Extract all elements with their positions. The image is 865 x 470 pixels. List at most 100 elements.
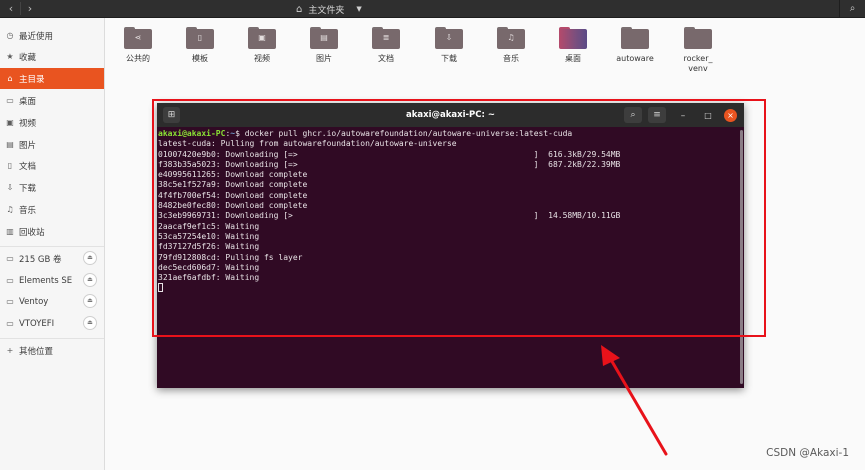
template-icon: ▯ xyxy=(197,33,203,42)
folder-icon xyxy=(621,27,649,49)
chevron-down-icon[interactable]: ▼ xyxy=(356,5,361,13)
sidebar-item-label: VTOYEFI xyxy=(19,318,55,329)
sidebar-item-home[interactable]: ⌂ 主目录 xyxy=(0,68,104,89)
music-icon: ♫ xyxy=(507,33,515,42)
sidebar-item-label: 215 GB 卷 xyxy=(19,254,62,265)
folder-label: 视频 xyxy=(254,54,270,63)
sidebar-item-label: 下载 xyxy=(19,183,37,194)
sidebar-item-pictures[interactable]: ▤ 图片 xyxy=(0,134,104,155)
folder-label-line: venv xyxy=(688,64,708,73)
folder-icon xyxy=(684,27,712,49)
sidebar-item-trash[interactable]: ▥ 回收站 xyxy=(0,221,104,242)
drive-icon: ▭ xyxy=(6,276,14,285)
video-icon: ▣ xyxy=(258,33,266,42)
sidebar-item-label: 图片 xyxy=(19,140,37,151)
folder-label: 模板 xyxy=(192,54,208,63)
folder-icon: ▣ xyxy=(248,27,276,49)
sidebar: ◷ 最近使用 ★ 收藏 ⌂ 主目录 ▭ 桌面 ▣ 视频 ▤ 图片 ▯ 文档 ⇩ xyxy=(0,18,105,470)
watermark: CSDN @Akaxi-1 xyxy=(766,447,849,459)
folder-icon: ⋖ xyxy=(124,27,152,49)
sidebar-item-label: 其他位置 xyxy=(19,346,54,357)
sidebar-item-label: 文档 xyxy=(19,161,37,172)
desktop-icon xyxy=(559,27,587,49)
sidebar-item-recent[interactable]: ◷ 最近使用 xyxy=(0,25,104,46)
trash-icon: ▥ xyxy=(6,227,14,236)
folder-public[interactable]: ⋖ 公共的 xyxy=(114,27,162,81)
eject-icon[interactable]: ⏏ xyxy=(83,251,97,265)
desktop-icon: ▭ xyxy=(6,96,14,105)
path-label: 主文件夹 xyxy=(308,5,345,16)
folder-label: 文档 xyxy=(378,54,394,63)
sidebar-item-videos[interactable]: ▣ 视频 xyxy=(0,112,104,133)
sidebar-item-label: Ventoy xyxy=(19,296,49,307)
folder-label-line: rocker_ xyxy=(683,54,713,63)
folder-rocker-venv[interactable]: rocker_ venv xyxy=(674,27,722,81)
drive-icon: ▭ xyxy=(6,254,14,263)
folder-icon: ▯ xyxy=(186,27,214,49)
sidebar-item-documents[interactable]: ▯ 文档 xyxy=(0,155,104,176)
eject-icon[interactable]: ⏏ xyxy=(83,294,97,308)
nav-separator xyxy=(20,2,21,15)
sidebar-item-label: 桌面 xyxy=(19,96,37,107)
home-icon: ⌂ xyxy=(7,74,13,83)
folder-icon: ⇩ xyxy=(435,27,463,49)
folder-music[interactable]: ♫ 音乐 xyxy=(487,27,535,81)
folder-autoware[interactable]: autoware xyxy=(611,27,659,81)
sidebar-item-label: 主目录 xyxy=(19,74,45,85)
sidebar-item-label: 收藏 xyxy=(19,52,37,63)
sidebar-item-ventoy[interactable]: ▭ Ventoy ⏏ xyxy=(0,291,104,312)
path-bar[interactable]: ⌂ 主文件夹 ▼ xyxy=(296,1,362,17)
folder-icon: ♫ xyxy=(497,27,525,49)
folder-templates[interactable]: ▯ 模板 xyxy=(176,27,224,81)
sidebar-item-starred[interactable]: ★ 收藏 xyxy=(0,46,104,67)
music-icon: ♫ xyxy=(6,205,14,214)
folder-desktop[interactable]: 桌面 xyxy=(549,27,597,81)
sidebar-item-label: 最近使用 xyxy=(19,31,54,42)
folder-label: 桌面 xyxy=(565,54,581,63)
video-icon: ▣ xyxy=(6,118,14,127)
forward-button[interactable]: › xyxy=(22,1,38,16)
chevron-right-icon: › xyxy=(27,2,33,15)
sidebar-item-elements-se[interactable]: ▭ Elements SE ⏏ xyxy=(0,270,104,291)
sidebar-item-label: 音乐 xyxy=(19,205,37,216)
sidebar-item-vtoyefi[interactable]: ▭ VTOYEFI ⏏ xyxy=(0,313,104,334)
annotation-arrow xyxy=(601,345,668,456)
eject-icon[interactable]: ⏏ xyxy=(83,273,97,287)
home-icon: ⌂ xyxy=(296,3,303,15)
plus-icon: + xyxy=(6,346,14,355)
sidebar-item-label: 回收站 xyxy=(19,227,45,238)
image-icon: ▤ xyxy=(6,140,14,149)
folder-label: 图片 xyxy=(316,54,332,63)
sidebar-divider xyxy=(0,338,104,339)
download-icon: ⇩ xyxy=(445,33,453,42)
sidebar-item-desktop[interactable]: ▭ 桌面 xyxy=(0,90,104,111)
sidebar-item-other-locations[interactable]: + 其他位置 xyxy=(0,340,104,361)
document-icon: ▯ xyxy=(7,161,13,170)
folder-icon: ≣ xyxy=(372,27,400,49)
star-icon: ★ xyxy=(6,52,14,61)
document-icon: ≣ xyxy=(382,33,390,42)
download-icon: ⇩ xyxy=(6,183,14,192)
share-icon: ⋖ xyxy=(134,33,142,42)
folder-downloads[interactable]: ⇩ 下载 xyxy=(425,27,473,81)
folder-icon: ▤ xyxy=(310,27,338,49)
folder-label: 下载 xyxy=(441,54,457,63)
sidebar-item-downloads[interactable]: ⇩ 下载 xyxy=(0,177,104,198)
folder-label: autoware xyxy=(616,54,654,63)
eject-icon[interactable]: ⏏ xyxy=(83,316,97,330)
back-button[interactable]: ‹ xyxy=(3,1,19,16)
folder-documents[interactable]: ≣ 文档 xyxy=(362,27,410,81)
folder-videos[interactable]: ▣ 视频 xyxy=(238,27,286,81)
folder-label: 音乐 xyxy=(503,54,519,63)
sidebar-item-volume[interactable]: ▭ 215 GB 卷 ⏏ xyxy=(0,248,104,269)
search-button[interactable]: ⌕ xyxy=(839,0,865,18)
drive-icon: ▭ xyxy=(6,297,14,306)
sidebar-divider xyxy=(0,246,104,247)
file-manager-window: ‹ › ⌂ 主文件夹 ▼ ⌕ ◷ 最近使用 ★ 收藏 ⌂ 主目录 ▭ 桌面 ▣ … xyxy=(0,0,865,470)
highlight-box xyxy=(152,99,766,337)
clock-icon: ◷ xyxy=(6,31,14,40)
sidebar-item-music[interactable]: ♫ 音乐 xyxy=(0,199,104,220)
search-icon: ⌕ xyxy=(849,3,856,14)
folder-label: 公共的 xyxy=(126,54,150,63)
folder-pictures[interactable]: ▤ 图片 xyxy=(300,27,348,81)
